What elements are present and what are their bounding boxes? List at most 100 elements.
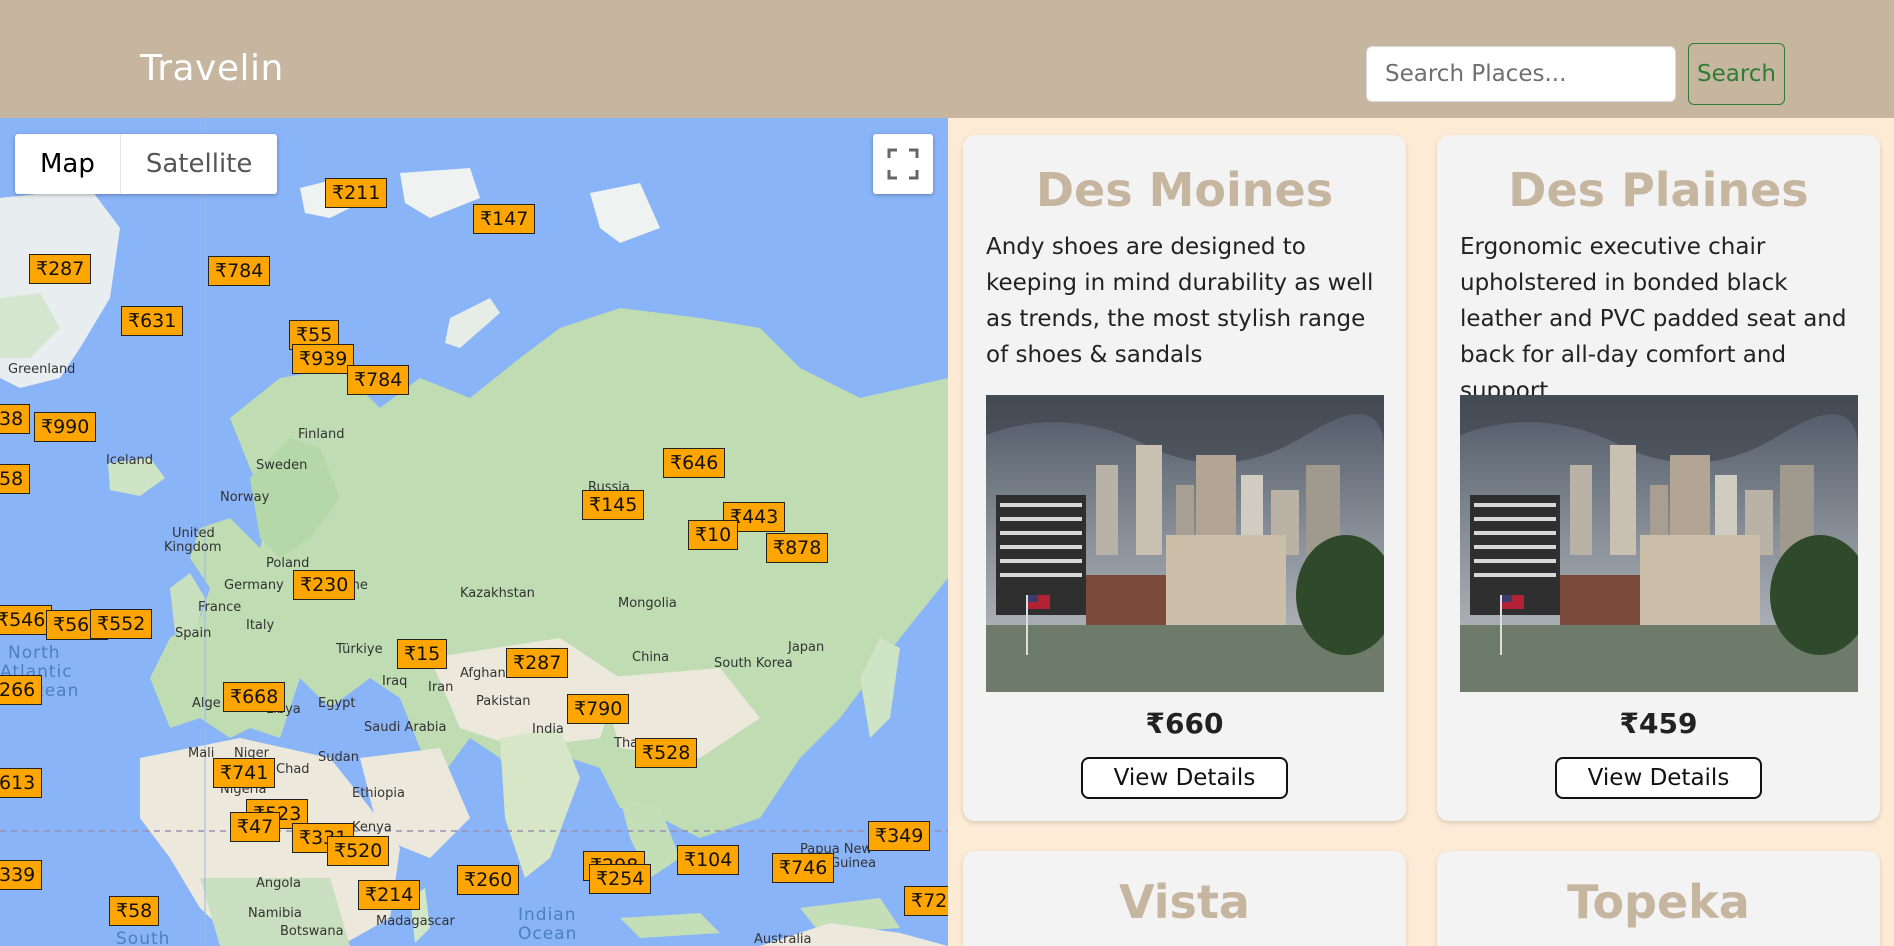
price-marker[interactable]: 339	[0, 860, 43, 890]
fullscreen-button[interactable]	[873, 134, 933, 194]
price-marker[interactable]: ₹741	[213, 758, 276, 788]
map-type-map-button[interactable]: Map	[15, 134, 120, 194]
price-marker[interactable]: ₹47	[230, 812, 281, 842]
ocean-indian-2: Ocean	[518, 924, 578, 944]
price-marker[interactable]: ₹104	[677, 845, 740, 875]
label-kenya: Kenya	[352, 820, 392, 835]
price-marker[interactable]: ₹878	[766, 533, 829, 563]
label-mongolia: Mongolia	[618, 596, 677, 611]
map-terrain	[0, 118, 948, 946]
price-marker[interactable]: ₹546	[0, 605, 53, 635]
map-type-control: Map Satellite	[15, 134, 278, 194]
price-marker[interactable]: ₹287	[506, 648, 569, 678]
price-marker[interactable]: ₹10	[688, 520, 739, 550]
card-title: Des Plaines	[1508, 163, 1809, 217]
map-type-satellite-button[interactable]: Satellite	[119, 134, 278, 194]
label-japan: Japan	[788, 640, 825, 655]
price-marker[interactable]: ₹15	[397, 639, 448, 669]
price-marker[interactable]: ₹147	[473, 204, 536, 234]
label-iran: Iran	[428, 680, 454, 695]
label-botswana: Botswana	[280, 924, 344, 939]
price-marker[interactable]: ₹287	[29, 254, 92, 284]
price-marker[interactable]: ₹214	[358, 880, 421, 910]
ocean-south: South	[116, 929, 171, 946]
label-egypt: Egypt	[318, 696, 356, 711]
label-italy: Italy	[246, 618, 275, 633]
label-china: China	[632, 650, 670, 665]
price-marker[interactable]: ₹260	[457, 865, 520, 895]
label-australia: Australia	[754, 932, 812, 946]
brand-logo[interactable]: Travelin	[140, 48, 284, 89]
price-marker[interactable]: ₹349	[868, 821, 931, 851]
card-price: ₹660	[1145, 707, 1224, 740]
label-greenland: Greenland	[8, 362, 76, 377]
label-iceland: Iceland	[106, 453, 154, 468]
price-marker[interactable]: ₹746	[772, 853, 835, 883]
fullscreen-icon	[887, 148, 919, 180]
label-madagascar: Madagascar	[376, 914, 455, 929]
label-finland: Finland	[298, 427, 345, 442]
label-france: France	[198, 600, 242, 615]
label-south-korea: South Korea	[714, 656, 793, 671]
search-button[interactable]: Search	[1688, 43, 1785, 105]
price-marker[interactable]: ₹230	[293, 570, 356, 600]
place-card: Topeka	[1437, 851, 1880, 946]
price-marker[interactable]: ₹939	[292, 344, 355, 374]
price-marker[interactable]: ₹211	[325, 178, 388, 208]
card-price: ₹459	[1619, 707, 1698, 740]
label-namibia: Namibia	[248, 906, 302, 921]
price-marker[interactable]: ₹784	[208, 256, 271, 286]
price-marker[interactable]: ₹254	[589, 864, 652, 894]
view-details-button[interactable]: View Details	[1081, 757, 1288, 799]
label-sudan: Sudan	[318, 750, 359, 765]
price-marker[interactable]: 38	[0, 404, 31, 434]
price-marker[interactable]: ₹72	[904, 886, 948, 916]
price-marker[interactable]: ₹145	[582, 490, 645, 520]
price-marker[interactable]: 58	[0, 464, 31, 494]
label-algeria: Alge	[192, 696, 221, 711]
view-details-button[interactable]: View Details	[1555, 757, 1762, 799]
label-pakistan: Pakistan	[476, 694, 531, 709]
label-ethiopia: Ethiopia	[352, 786, 405, 801]
card-title: Des Moines	[1035, 163, 1334, 217]
map-view[interactable]: Greenland Iceland Finland Sweden Norway …	[0, 118, 948, 946]
price-marker[interactable]: ₹646	[663, 448, 726, 478]
search-input[interactable]	[1366, 46, 1676, 102]
label-kazakhstan: Kazakhstan	[460, 586, 535, 601]
label-spain: Spain	[175, 626, 212, 641]
label-norway: Norway	[220, 490, 270, 505]
label-germany: Germany	[224, 578, 284, 593]
price-marker[interactable]: ₹520	[327, 836, 390, 866]
price-marker[interactable]: ₹784	[347, 365, 410, 395]
ocean-indian-1: Indian	[518, 905, 577, 925]
label-poland: Poland	[266, 556, 310, 571]
price-marker[interactable]: ₹552	[90, 609, 153, 639]
ocean-north-atlantic-1: North	[8, 643, 61, 663]
place-card: Vista	[963, 851, 1406, 946]
card-title: Vista	[1119, 875, 1250, 929]
price-marker[interactable]: ₹668	[223, 682, 286, 712]
label-chad: Chad	[276, 762, 310, 777]
label-kingdom: Kingdom	[164, 540, 222, 555]
label-united: United	[172, 526, 215, 541]
price-marker[interactable]: 613	[0, 768, 43, 798]
price-marker[interactable]: 266	[0, 675, 43, 705]
price-marker[interactable]: ₹631	[121, 306, 184, 336]
label-india: India	[532, 722, 564, 737]
card-image	[986, 395, 1384, 692]
price-marker[interactable]: ₹990	[34, 412, 97, 442]
label-iraq: Iraq	[382, 674, 408, 689]
place-card: Des Moines Andy shoes are designed to ke…	[963, 135, 1406, 821]
label-afghanistan: Afghan	[460, 666, 506, 681]
label-angola: Angola	[256, 876, 301, 891]
price-marker[interactable]: ₹528	[635, 738, 698, 768]
price-marker[interactable]: ₹790	[567, 694, 630, 724]
price-marker[interactable]: ₹58	[109, 896, 160, 926]
card-image	[1460, 395, 1858, 692]
card-title: Topeka	[1567, 875, 1750, 929]
label-saudi-arabia: Saudi Arabia	[364, 720, 447, 735]
top-navbar: Travelin Search	[0, 0, 1894, 118]
place-card: Des Plaines Ergonomic executive chair up…	[1437, 135, 1880, 821]
label-papua-2: Guinea	[830, 856, 877, 871]
card-description: Ergonomic executive chair upholstered in…	[1460, 234, 1847, 404]
